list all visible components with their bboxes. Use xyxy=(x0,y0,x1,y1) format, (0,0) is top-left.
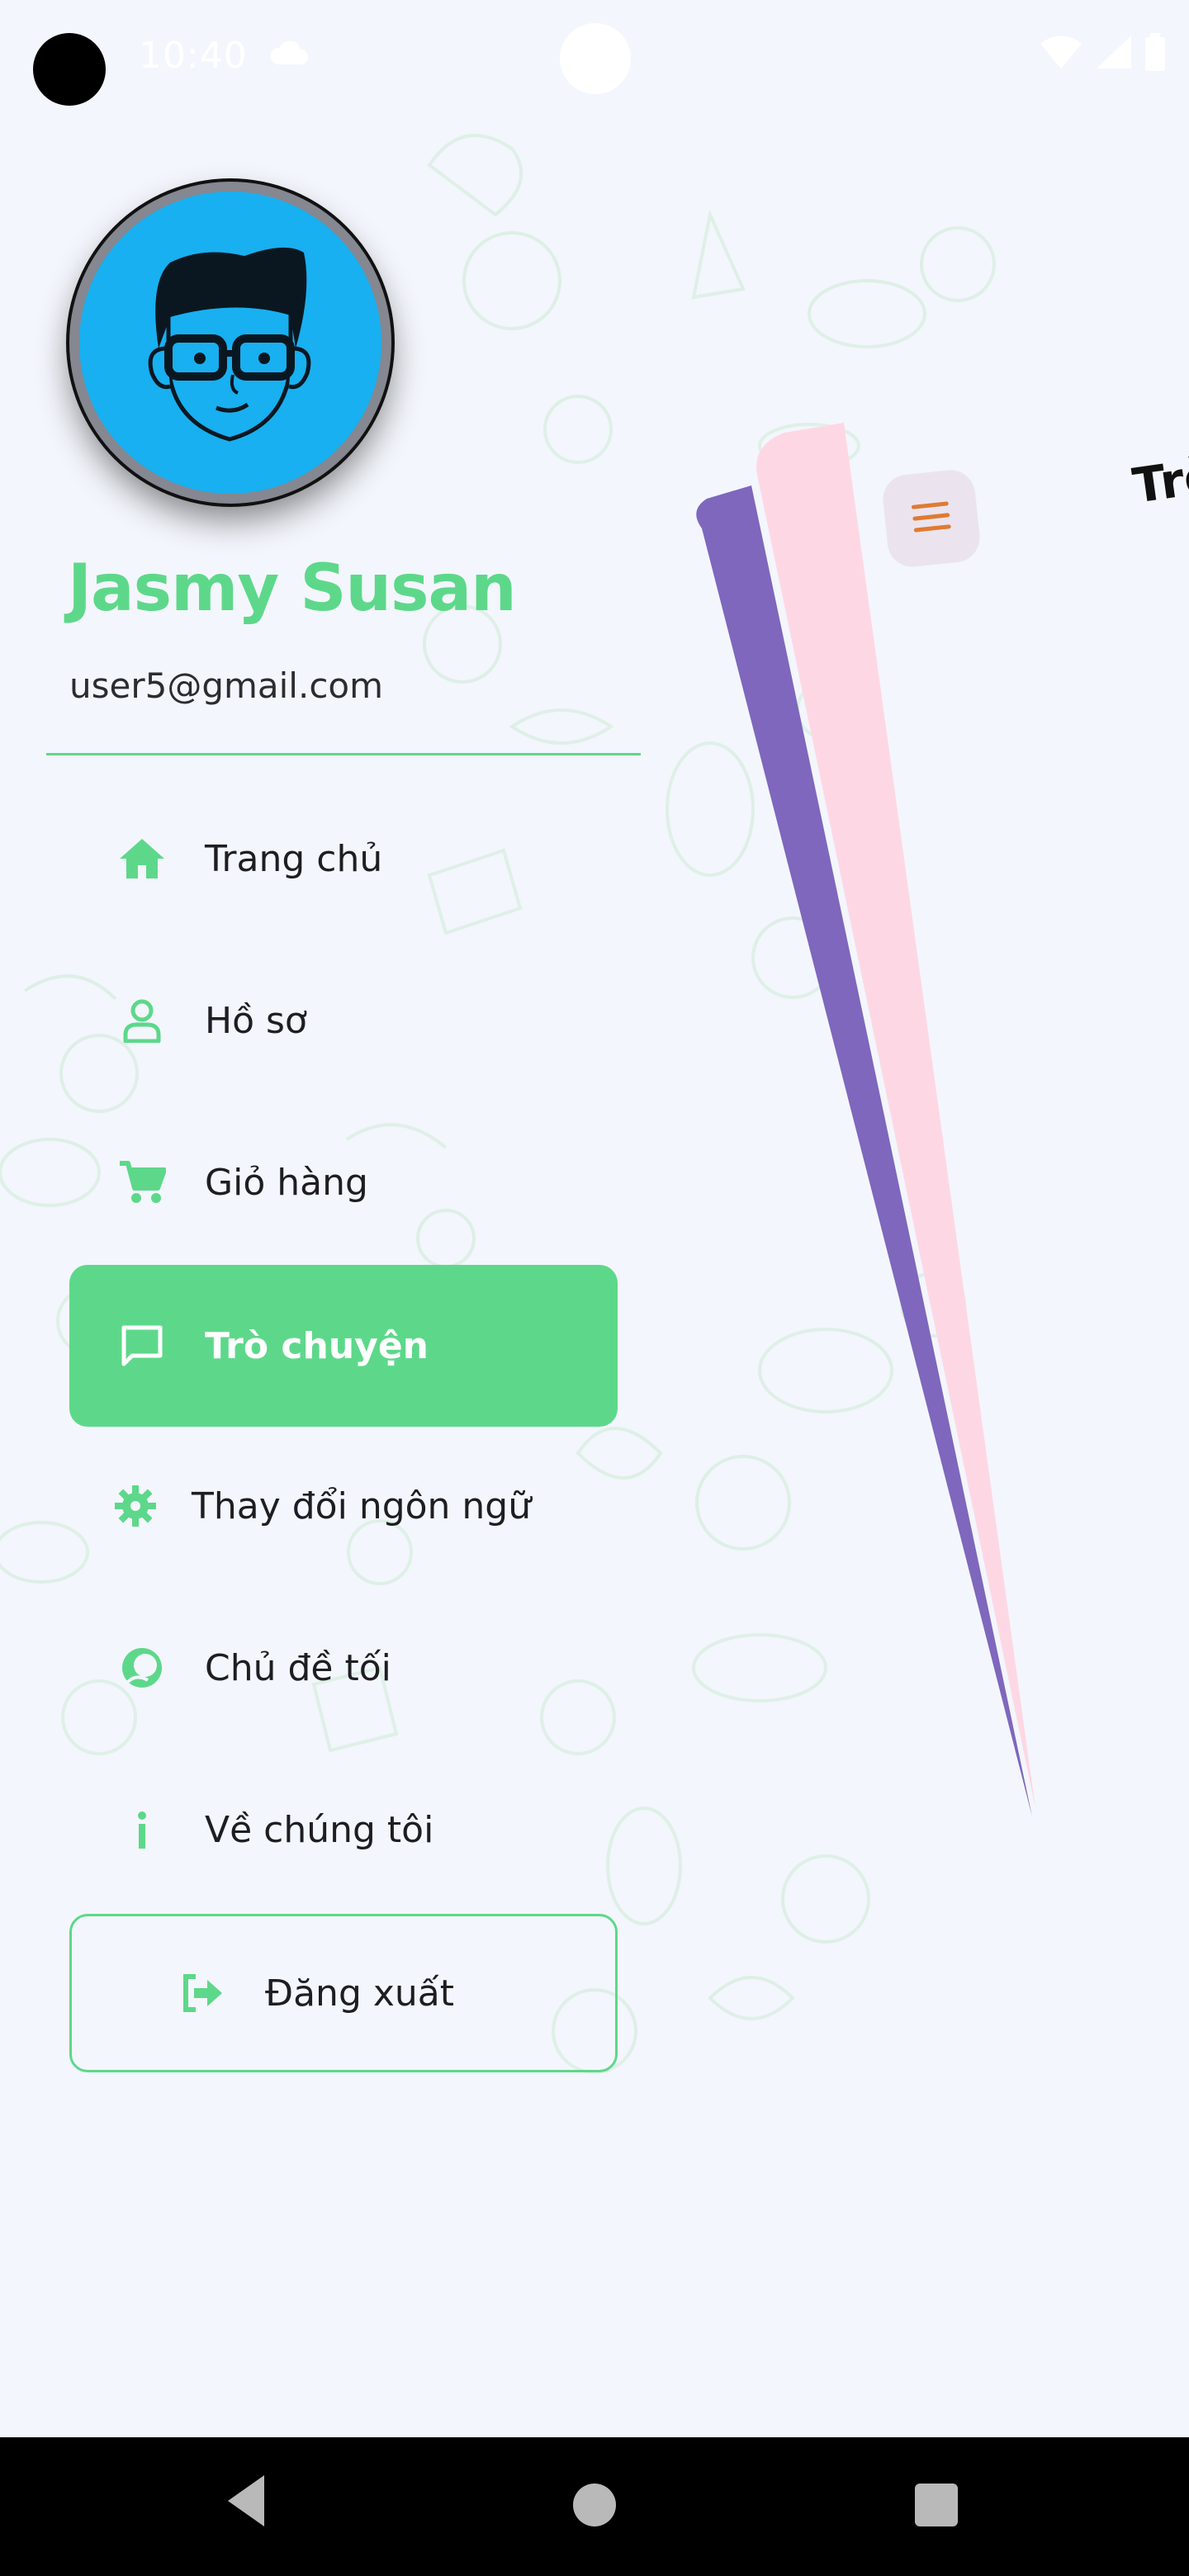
menu-item-dark-theme[interactable]: Chủ đề tối xyxy=(69,1587,618,1749)
status-time: 10:40 xyxy=(139,35,248,77)
menu-item-home[interactable]: Trang chủ xyxy=(69,778,618,940)
status-bar: 10:40 xyxy=(0,0,1189,116)
theme-icon xyxy=(109,1635,175,1701)
avatar-illustration xyxy=(148,247,311,442)
info-icon xyxy=(109,1797,175,1863)
menu-item-label: Chủ đề tối xyxy=(205,1646,391,1689)
menu-toggle-button[interactable] xyxy=(880,467,983,570)
main-screen-preview[interactable] xyxy=(661,413,1189,1833)
gear-icon xyxy=(102,1473,168,1539)
logout-button[interactable]: Đăng xuất xyxy=(69,1914,618,2072)
menu-item-about[interactable]: Về chúng tôi xyxy=(69,1749,618,1911)
menu-item-cart[interactable]: Giỏ hàng xyxy=(69,1101,618,1263)
menu-item-label: Trang chủ xyxy=(205,837,383,880)
camera-cutout xyxy=(33,33,106,106)
menu-item-label: Trò chuyện xyxy=(205,1324,429,1367)
hamburger-icon xyxy=(910,499,953,539)
signal-icon xyxy=(1095,34,1133,73)
home-circle-icon[interactable] xyxy=(573,2484,616,2526)
cloud-icon xyxy=(268,40,309,69)
status-icons xyxy=(1039,33,1166,74)
menu-item-profile[interactable]: Hồ sơ xyxy=(69,940,618,1101)
user-name: Jasmy Susan xyxy=(68,552,517,626)
screen-title: Trò xyxy=(1129,447,1189,514)
card-layer-pink xyxy=(756,423,1035,1808)
user-icon xyxy=(109,987,175,1054)
recents-icon[interactable] xyxy=(915,2484,958,2526)
wifi-icon xyxy=(1039,34,1083,73)
menu-item-chat[interactable]: Trò chuyện xyxy=(69,1265,618,1427)
logout-label: Đăng xuất xyxy=(265,1972,455,2015)
cart-icon xyxy=(109,1149,175,1215)
menu-item-language[interactable]: Thay đổi ngôn ngữ xyxy=(69,1425,618,1587)
menu-item-label: Thay đổi ngôn ngữ xyxy=(192,1485,532,1527)
user-email: user5@gmail.com xyxy=(69,665,384,706)
menu-item-label: Hồ sơ xyxy=(205,999,307,1042)
sensor-cutout xyxy=(560,23,631,94)
chat-icon xyxy=(109,1313,175,1379)
profile-divider xyxy=(46,753,641,755)
avatar[interactable] xyxy=(69,182,391,504)
logout-icon xyxy=(169,1960,235,2026)
navigation-bar xyxy=(0,2437,1189,2576)
back-icon[interactable] xyxy=(221,2472,271,2533)
battery-icon xyxy=(1144,33,1166,74)
menu-item-label: Giỏ hàng xyxy=(205,1161,368,1204)
menu-item-label: Về chúng tôi xyxy=(205,1808,434,1851)
home-icon xyxy=(109,826,175,892)
